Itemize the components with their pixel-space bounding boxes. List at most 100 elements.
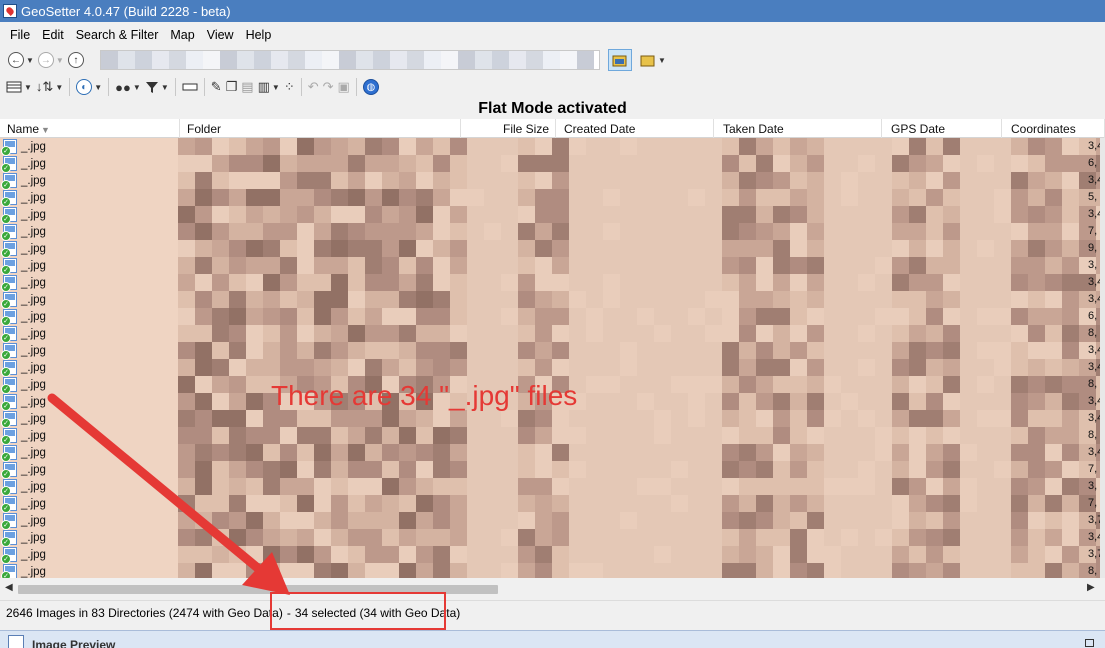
pixelated-cell <box>484 223 501 240</box>
table-row[interactable]: ✓ _.jpg <box>0 189 178 207</box>
pixelated-cell <box>824 529 841 546</box>
edit-data-button[interactable]: ✎ <box>211 77 222 97</box>
back-button[interactable]: ← ▼ <box>8 50 34 70</box>
table-row[interactable]: ✓ _.jpg <box>0 376 178 394</box>
maximize-icon[interactable] <box>1085 639 1094 647</box>
pixelated-cell <box>229 274 246 291</box>
save-button[interactable]: ▣ <box>338 77 350 97</box>
pixelated-cell <box>1062 138 1079 155</box>
view-mode-button[interactable]: ▼ <box>6 77 32 97</box>
table-row[interactable]: ✓ _.jpg <box>0 257 178 275</box>
menu-help[interactable]: Help <box>240 24 278 46</box>
table-row[interactable]: ✓ _.jpg <box>0 546 178 564</box>
pixelated-cell <box>399 563 416 578</box>
pixelated-cell <box>552 274 569 291</box>
navigation-toolbar: ← ▼ → ▼ ↑ ▼ <box>0 47 1105 73</box>
pixelated-cell <box>297 155 314 172</box>
filter-button[interactable]: ▼ <box>145 77 169 97</box>
map-button[interactable]: ◐ ▼ <box>76 77 102 97</box>
table-row[interactable]: ✓ _.jpg <box>0 223 178 241</box>
table-row[interactable]: ✓ _.jpg <box>0 172 178 190</box>
pixelated-cell <box>943 495 960 512</box>
table-row[interactable]: ✓ _.jpg <box>0 495 178 513</box>
menu-file[interactable]: File <box>0 24 36 46</box>
pixelated-cell <box>484 138 501 155</box>
pixelated-cell <box>348 529 365 546</box>
pixelated-cell <box>705 546 722 563</box>
search-binoculars-button[interactable]: ●● ▼ <box>115 77 141 97</box>
table-row[interactable]: ✓ _.jpg <box>0 206 178 224</box>
scroll-right-icon[interactable]: ▶ <box>1087 582 1095 593</box>
column-header-folder[interactable]: Folder <box>180 119 461 138</box>
rename-button[interactable] <box>182 77 198 97</box>
pixelated-cell <box>875 410 892 427</box>
table-row[interactable]: ✓ _.jpg <box>0 427 178 445</box>
table-row[interactable]: ✓ _.jpg <box>0 291 178 309</box>
path-pixel <box>186 51 203 69</box>
column-header-created-date[interactable]: Created Date <box>556 119 714 138</box>
scroll-left-icon[interactable]: ◀ <box>5 582 13 593</box>
forward-button[interactable]: → ▼ <box>37 50 64 70</box>
jpg-file-icon: ✓ <box>1 326 17 343</box>
horizontal-scrollbar[interactable]: ◀ ▶ <box>0 579 1105 599</box>
pixelated-cell <box>518 427 535 444</box>
table-row[interactable]: ✓ _.jpg <box>0 308 178 326</box>
track-button[interactable]: ⁘ <box>284 77 295 97</box>
pixelated-cell <box>1011 325 1028 342</box>
pixelated-cell <box>739 189 756 206</box>
vertical-scrollbar[interactable] <box>1100 138 1105 578</box>
paste-data-button[interactable]: ▤ <box>241 77 253 97</box>
pixelated-cell <box>501 427 518 444</box>
folder-options-button[interactable]: ▼ <box>640 50 666 70</box>
path-combobox[interactable] <box>100 50 600 70</box>
menu-search-filter[interactable]: Search & Filter <box>70 24 165 46</box>
column-header-gps-date[interactable]: GPS Date <box>882 119 1002 138</box>
pixelated-cell <box>620 155 637 172</box>
table-row[interactable]: ✓ _.jpg <box>0 155 178 173</box>
pixelated-cell <box>824 410 841 427</box>
table-row[interactable]: ✓ _.jpg <box>0 444 178 462</box>
column-header-file-size[interactable]: File Size <box>461 119 556 138</box>
table-row[interactable]: ✓ _.jpg <box>0 325 178 343</box>
copy-data-button[interactable]: ❐ <box>226 77 238 97</box>
folder-view-button[interactable] <box>608 49 632 71</box>
google-earth-button[interactable]: ◍ <box>362 77 379 97</box>
table-row[interactable]: ✓ _.jpg <box>0 478 178 496</box>
path-pixel <box>118 51 135 69</box>
column-header-name[interactable]: Name ▼ <box>0 119 180 138</box>
table-row[interactable]: ✓ _.jpg <box>0 240 178 258</box>
table-row[interactable]: ✓ _.jpg <box>0 393 178 411</box>
pixelated-cell <box>1045 529 1062 546</box>
menu-view[interactable]: View <box>201 24 240 46</box>
pixelated-cell <box>943 410 960 427</box>
column-header-taken-date[interactable]: Taken Date <box>714 119 882 138</box>
table-row[interactable]: ✓ _.jpg <box>0 563 178 578</box>
up-button[interactable]: ↑ <box>67 50 84 70</box>
file-list[interactable]: ✓ _.jpg 3,4 ✓ _.jpg 6, ✓ _.jpg 3,4 ✓ _.jpg 5, ✓ _.jpg… <box>0 138 1105 578</box>
undo-button[interactable]: ↶ <box>308 77 319 97</box>
pixelated-cell <box>195 223 212 240</box>
menu-map[interactable]: Map <box>164 24 200 46</box>
pixelated-cell <box>263 308 280 325</box>
pixelated-cell <box>722 223 739 240</box>
pixelated-cell <box>654 240 671 257</box>
pixelated-cell <box>569 257 586 274</box>
document-button[interactable]: ▥ ▼ <box>258 77 280 97</box>
table-row[interactable]: ✓ _.jpg <box>0 359 178 377</box>
table-row[interactable]: ✓ _.jpg <box>0 410 178 428</box>
table-row[interactable]: ✓ _.jpg <box>0 512 178 530</box>
pixelated-cell <box>348 138 365 155</box>
pixelated-cell <box>535 257 552 274</box>
pixelated-cell <box>1045 342 1062 359</box>
sort-button[interactable]: ↓⇅ ▼ <box>36 77 63 97</box>
pixelated-cell <box>875 529 892 546</box>
table-row[interactable]: ✓ _.jpg <box>0 342 178 360</box>
column-header-coordinates[interactable]: Coordinates <box>1002 119 1105 138</box>
pixelated-cell <box>943 529 960 546</box>
table-row[interactable]: ✓ _.jpg <box>0 461 178 479</box>
table-row[interactable]: ✓ _.jpg <box>0 274 178 292</box>
table-row[interactable]: ✓ _.jpg <box>0 138 178 156</box>
table-row[interactable]: ✓ _.jpg <box>0 529 178 547</box>
redo-button[interactable]: ↷ <box>323 77 334 97</box>
menu-edit[interactable]: Edit <box>36 24 70 46</box>
